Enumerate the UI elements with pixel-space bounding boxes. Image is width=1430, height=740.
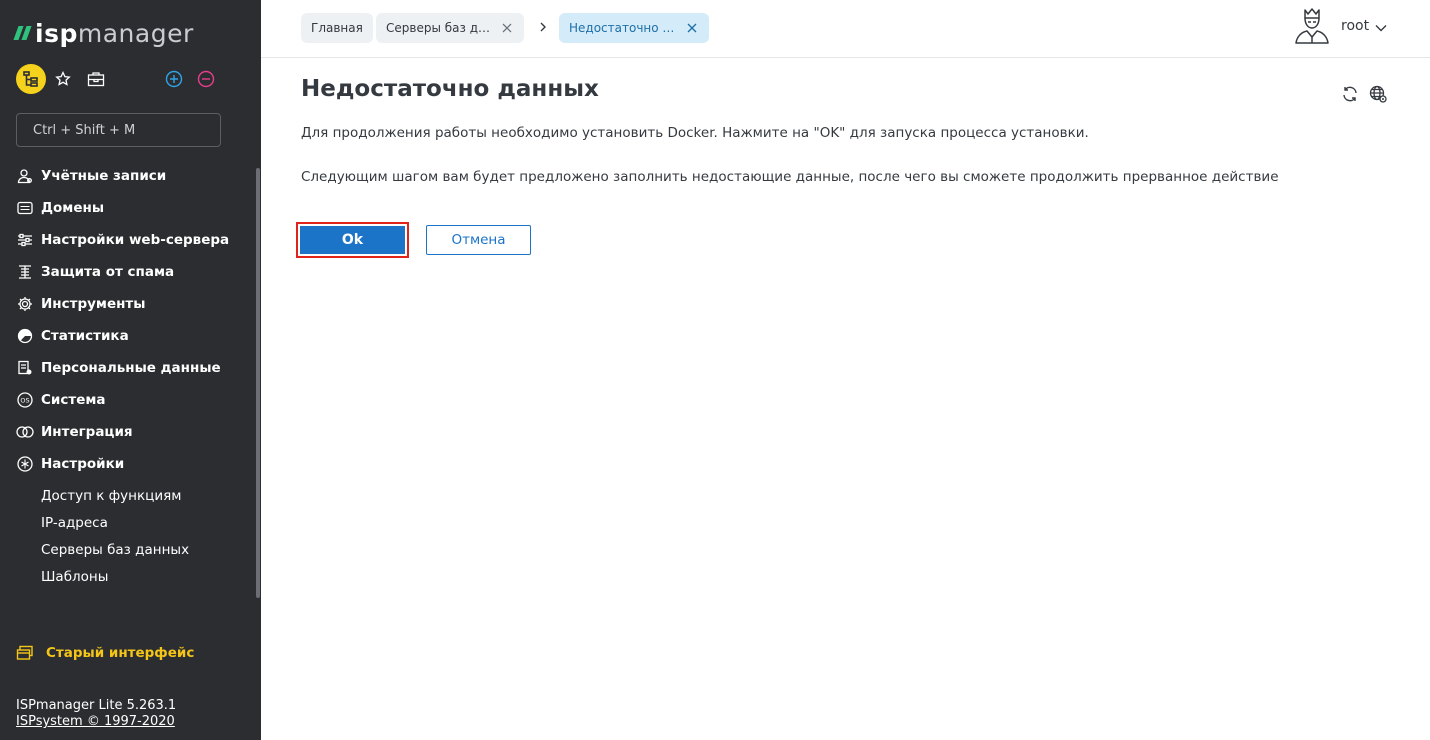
breadcrumb-db-servers[interactable]: Серверы баз данн… xyxy=(376,13,524,43)
breadcrumb-home[interactable]: Главная xyxy=(301,13,373,43)
main-menu: Учётные записи Домены Настройки web-серв… xyxy=(0,160,255,590)
info-message-next-step: Следующим шагом вам будет предложено зап… xyxy=(301,169,1279,185)
breadcrumb-label: Серверы баз данн… xyxy=(386,21,496,35)
user-menu[interactable]: root xyxy=(1293,6,1387,46)
menu-item-statistics[interactable]: Статистика xyxy=(0,320,255,352)
menu-item-settings[interactable]: Настройки xyxy=(0,448,255,480)
gear-icon xyxy=(16,295,34,313)
menu-item-label: Статистика xyxy=(41,328,129,344)
ok-button-highlight: Ok xyxy=(296,222,409,258)
collapse-minus-icon[interactable] xyxy=(196,64,216,94)
chevron-down-icon xyxy=(1375,17,1387,36)
submenu-item-db-servers[interactable]: Серверы баз данных xyxy=(0,536,255,563)
sidebar-scrollbar[interactable] xyxy=(256,168,260,598)
menu-item-webserver-settings[interactable]: Настройки web-сервера xyxy=(0,224,255,256)
integration-icon xyxy=(16,423,34,441)
expand-plus-icon[interactable] xyxy=(164,64,184,94)
old-interface-link[interactable]: Старый интерфейс xyxy=(16,643,194,663)
user-name: root xyxy=(1341,18,1370,34)
version-info: ISPmanager Lite 5.263.1 ISPsystem © 1997… xyxy=(16,698,176,730)
menu-item-spam-protection[interactable]: Защита от спама xyxy=(0,256,255,288)
copyright-link[interactable]: ISPsystem © 1997-2020 xyxy=(16,714,175,729)
logo-mark-icon xyxy=(13,26,32,40)
sidebar: ispmanager Учётные записи xyxy=(0,0,261,740)
menu-item-label: Интеграция xyxy=(41,424,133,440)
favorites-star-icon[interactable] xyxy=(52,64,74,94)
menu-item-tools[interactable]: Инструменты xyxy=(0,288,255,320)
settings-icon xyxy=(16,455,34,473)
personal-data-icon xyxy=(16,359,34,377)
menu-item-label: Настройки xyxy=(41,456,125,472)
user-icon xyxy=(16,167,34,185)
menu-item-label: Инструменты xyxy=(41,296,146,312)
menu-item-label: Домены xyxy=(41,200,105,216)
submenu-item-templates[interactable]: Шаблоны xyxy=(0,563,255,590)
breadcrumb-label: Главная xyxy=(311,21,363,35)
menu-item-label: Учётные записи xyxy=(41,168,167,184)
ispmanager-logo[interactable]: ispmanager xyxy=(13,18,194,48)
menu-item-system[interactable]: OS Система xyxy=(0,384,255,416)
page-actions xyxy=(1340,84,1388,106)
avatar xyxy=(1295,8,1329,44)
globe-settings-icon[interactable] xyxy=(1368,84,1388,104)
page-title: Недостаточно данных xyxy=(301,76,599,102)
top-header: Главная Серверы баз данн… Недостаточно д… xyxy=(261,0,1430,58)
refresh-icon[interactable] xyxy=(1340,84,1360,104)
sliders-icon xyxy=(16,231,34,249)
breadcrumb-label: Недостаточно да… xyxy=(569,21,681,35)
menu-item-personal-data[interactable]: Персональные данные xyxy=(0,352,255,384)
old-interface-label: Старый интерфейс xyxy=(46,645,195,661)
old-interface-icon xyxy=(16,644,34,662)
info-message-install-docker: Для продолжения работы необходимо устано… xyxy=(301,125,1089,141)
shield-icon xyxy=(16,263,34,281)
cancel-button[interactable]: Отмена xyxy=(426,225,531,255)
menu-item-accounts[interactable]: Учётные записи xyxy=(0,160,255,192)
os-icon: OS xyxy=(16,391,34,409)
chevron-right-icon xyxy=(539,20,549,34)
breadcrumb-current[interactable]: Недостаточно да… xyxy=(559,13,709,43)
svg-text:OS: OS xyxy=(20,397,29,405)
domain-icon xyxy=(16,199,34,217)
menu-item-integration[interactable]: Интеграция xyxy=(0,416,255,448)
briefcase-icon[interactable] xyxy=(84,64,108,94)
settings-submenu: Доступ к функциям IP-адреса Серверы баз … xyxy=(0,482,255,590)
ok-button[interactable]: Ok xyxy=(300,226,405,254)
logo-text: ispmanager xyxy=(35,18,194,48)
menu-search-input[interactable] xyxy=(16,113,221,147)
menu-item-label: Система xyxy=(41,392,106,408)
menu-item-label: Настройки web-сервера xyxy=(41,232,230,248)
menu-item-domains[interactable]: Домены xyxy=(0,192,255,224)
close-icon[interactable] xyxy=(687,22,699,34)
quick-actions-bar xyxy=(16,64,236,94)
menu-item-label: Персональные данные xyxy=(41,360,221,376)
close-icon[interactable] xyxy=(502,22,514,34)
tree-menu-icon[interactable] xyxy=(16,64,46,94)
submenu-item-function-access[interactable]: Доступ к функциям xyxy=(0,482,255,509)
pie-chart-icon xyxy=(16,327,34,345)
submenu-item-ip-addresses[interactable]: IP-адреса xyxy=(0,509,255,536)
menu-item-label: Защита от спама xyxy=(41,264,175,280)
version-line: ISPmanager Lite 5.263.1 xyxy=(16,698,177,713)
